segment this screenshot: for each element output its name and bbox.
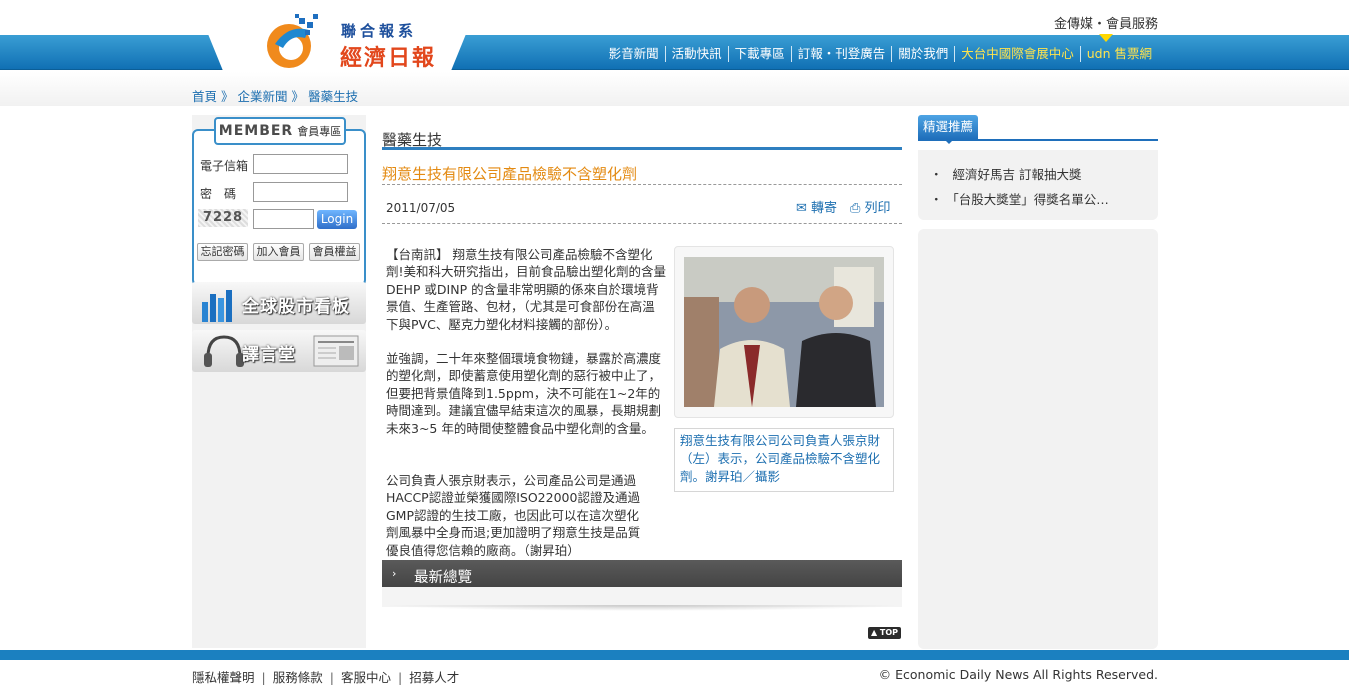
article-title: 翔意生技有限公司產品檢驗不含塑化劑 (382, 165, 638, 183)
breadcrumb-home[interactable]: 首頁 (192, 89, 217, 104)
captcha-field[interactable] (253, 209, 314, 229)
breadcrumb-corporate-news[interactable]: 企業新聞 (238, 89, 288, 104)
member-title-zh: 會員專區 (297, 125, 342, 138)
translation-hall-label: 譯言堂 (242, 345, 296, 365)
featured-picks-list: ・經濟好馬吉 訂報抽大獎 ・「台股大獎堂」得獎名單公… (918, 150, 1158, 220)
section-divider (382, 147, 902, 150)
nav-downloads[interactable]: 下載專區 (727, 46, 791, 62)
member-box-title: MEMBER 會員專區 (214, 117, 346, 145)
latest-overview-shadow (382, 605, 902, 611)
login-button[interactable]: Login (317, 210, 357, 229)
bullet-icon: ・ (930, 192, 943, 207)
logo-mark-icon (267, 14, 318, 68)
latest-overview-header[interactable]: › 最新總覽 (382, 560, 902, 587)
newspaper-icon (313, 335, 359, 367)
nav-video-news[interactable]: 影音新聞 (603, 46, 665, 62)
nav-events[interactable]: 活動快訊 (664, 46, 728, 62)
footer-band (0, 650, 1349, 660)
nav-about[interactable]: 關於我們 (891, 46, 954, 62)
breadcrumb-separator: 》 (221, 89, 234, 104)
back-to-top-button[interactable]: ▲ TOP (868, 627, 901, 639)
breadcrumb-biotech[interactable]: 醫藥生技 (308, 89, 358, 104)
bar-chart-icon (202, 290, 232, 322)
nav-indicator-arrow (1099, 34, 1113, 42)
footer-privacy-link[interactable]: 隱私權聲明 (192, 670, 255, 685)
article-paragraph: 並強調，二十年來整個環境食物鏈，暴露於高濃度的塑化劑，即使蓄意使用塑化劑的惡行被… (386, 351, 662, 436)
translation-hall-banner[interactable]: 譯言堂 (192, 330, 366, 372)
featured-pick-item[interactable]: ・「台股大獎堂」得獎名單公… (930, 189, 1109, 208)
footer-separator: | (397, 670, 403, 685)
featured-pick-item[interactable]: ・經濟好馬吉 訂報抽大獎 (930, 164, 1082, 183)
footer-links: 隱私權聲明 | 服務條款 | 客服中心 | 招募人才 (192, 667, 459, 686)
chevron-right-icon: › (392, 567, 397, 580)
copyright-text: © Economic Daily News All Rights Reserve… (878, 667, 1158, 682)
featured-picks-tab[interactable]: 精選推薦 (918, 115, 979, 139)
featured-picks-divider (918, 139, 1158, 141)
footer-support-link[interactable]: 客服中心 (341, 670, 391, 685)
article-paragraph: 【台南訊】 翔意生技有限公司產品檢驗不含塑化劑!美和科大研究指出，目前食品驗出塑… (386, 247, 667, 332)
forward-label: 轉寄 (811, 201, 838, 216)
member-login-box: MEMBER 會員專區 電子信箱 密 碼 7228 Login 忘記密碼 加入會… (192, 117, 366, 286)
print-link[interactable]: ⎙ 列印 (850, 197, 891, 216)
right-ad-panel (918, 229, 1158, 649)
top-label: TOP (879, 628, 899, 637)
nav-udn-tickets[interactable]: udn 售票網 (1079, 46, 1158, 62)
article-photo-frame (674, 246, 894, 418)
email-label: 電子信箱 (200, 159, 249, 173)
title-divider (382, 184, 902, 185)
print-label: 列印 (864, 201, 891, 216)
logo-group-name: 聯合報系 (341, 22, 418, 40)
password-label: 密 碼 (200, 187, 237, 201)
global-stocks-banner[interactable]: 全球股市看板 (192, 282, 366, 324)
footer-careers-link[interactable]: 招募人才 (409, 670, 459, 685)
member-rights-button[interactable]: 會員權益 (309, 243, 360, 261)
breadcrumb-separator: 》 (291, 89, 305, 104)
site-logo[interactable]: 聯合報系 經濟日報 (263, 10, 443, 71)
nav-taichung-expo[interactable]: 大台中國際會展中心 (954, 46, 1080, 62)
featured-pick-label: 經濟好馬吉 訂報抽大獎 (952, 167, 1082, 182)
photo-caption: 翔意生技有限公司公司負責人張京財（左）表示，公司產品檢驗不含塑化劑。謝昇珀／攝影 (674, 428, 894, 492)
forgot-password-button[interactable]: 忘記密碼 (197, 243, 248, 261)
printer-icon: ⎙ (850, 201, 861, 216)
forward-link[interactable]: ✉ 轉寄 (796, 197, 837, 216)
join-member-button[interactable]: 加入會員 (253, 243, 304, 261)
global-stocks-label: 全球股市看板 (242, 297, 350, 317)
nav-subscribe-ads[interactable]: 訂報・刊登廣告 (790, 46, 892, 62)
footer-separator: | (261, 670, 266, 685)
main-nav: 影音新聞 活動快訊 下載專區 訂報・刊登廣告 關於我們 大台中國際會展中心 ud… (603, 46, 1158, 62)
footer-terms-link[interactable]: 服務條款 (273, 670, 323, 685)
member-services-link[interactable]: 金傳媒・會員服務 (1054, 13, 1158, 32)
headphones-icon (204, 335, 244, 367)
site-header: 聯合報系 經濟日報 金傳媒・會員服務 影音新聞 活動快訊 下載專區 訂報・刊登廣… (0, 0, 1349, 72)
logo-paper-name: 經濟日報 (340, 46, 437, 71)
email-field[interactable] (253, 154, 348, 174)
password-field[interactable] (253, 182, 348, 202)
left-sidebar: MEMBER 會員專區 電子信箱 密 碼 7228 Login 忘記密碼 加入會… (192, 115, 366, 648)
article-photo[interactable] (684, 257, 884, 407)
article-date: 2011/07/05 (386, 201, 456, 215)
featured-pick-label: 「台股大獎堂」得獎名單公… (952, 192, 1109, 207)
bullet-icon: ・ (930, 167, 943, 182)
meta-divider (382, 223, 902, 224)
captcha-image: 7228 (198, 209, 248, 227)
envelope-icon: ✉ (796, 201, 807, 216)
member-title-en: MEMBER (218, 123, 294, 139)
footer-separator: | (329, 670, 334, 685)
article-paragraph-text: 公司負責人張京財表示，公司產品公司是通過HACCP認證並榮獲國際ISO22000… (386, 473, 641, 558)
breadcrumb: 首頁》企業新聞》醫藥生技 (192, 86, 358, 105)
latest-overview-list (382, 587, 902, 607)
latest-overview-title: 最新總覽 (414, 570, 472, 586)
